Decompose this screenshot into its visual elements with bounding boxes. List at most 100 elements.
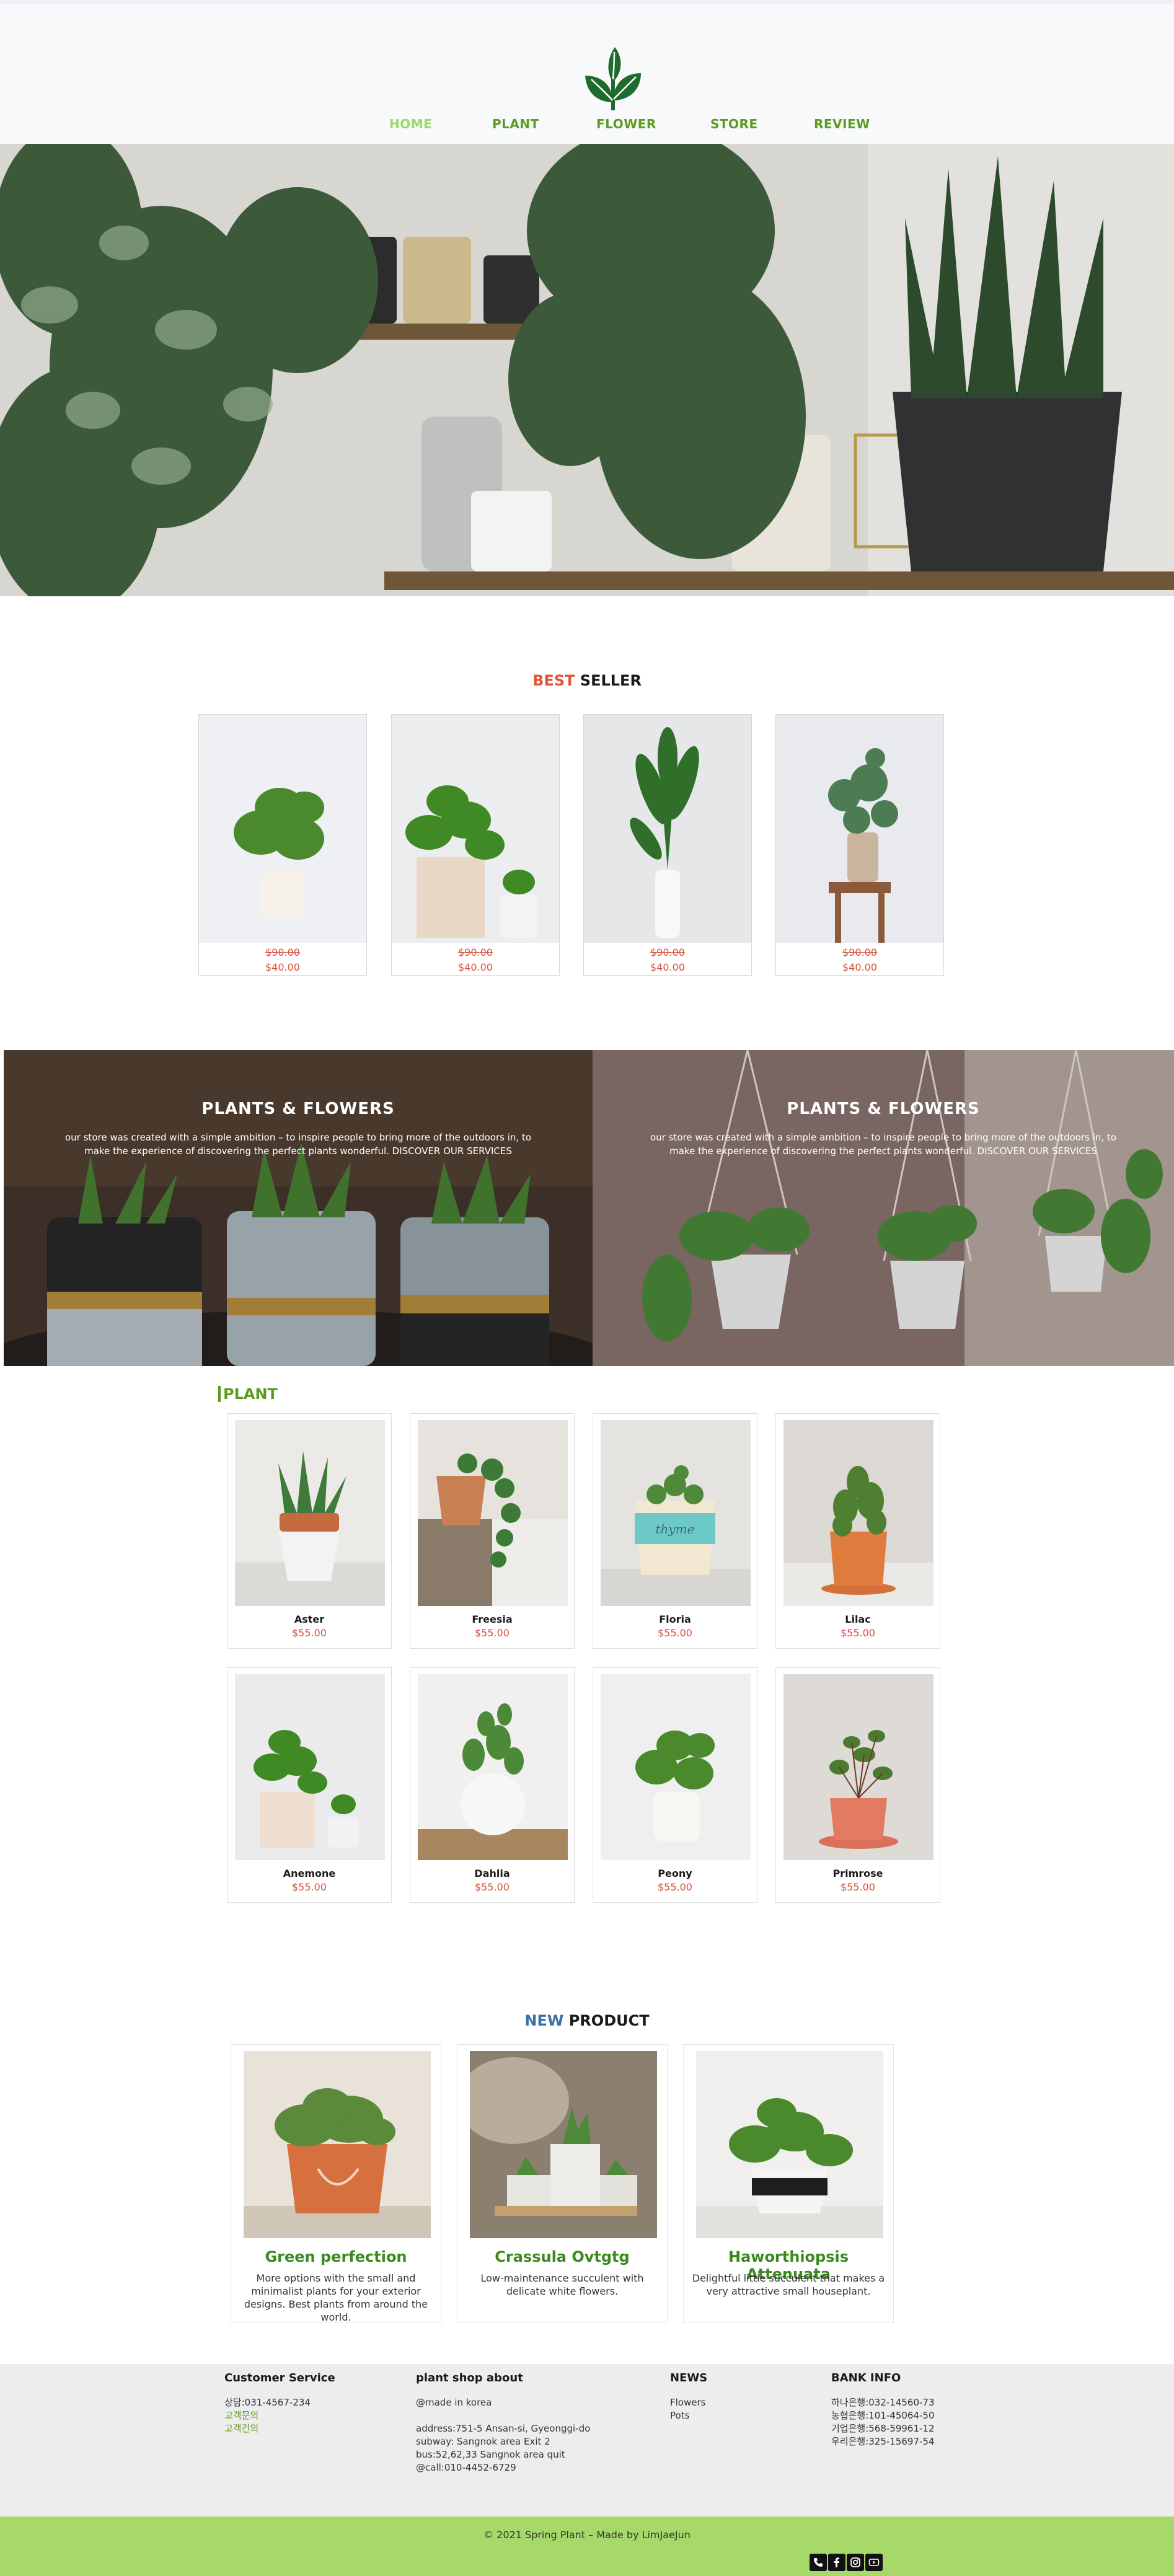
plant-image[interactable] — [418, 1420, 568, 1606]
leaf-logo-icon[interactable] — [579, 43, 647, 113]
plant-image[interactable] — [235, 1420, 385, 1606]
product-image[interactable] — [776, 715, 943, 943]
plant-card[interactable]: Anemone $55.00 — [227, 1667, 392, 1903]
footer-call: @call:010-4452-6729 — [416, 2462, 516, 2473]
plant-image[interactable] — [783, 1674, 933, 1860]
nav-item-home[interactable]: HOME — [389, 117, 432, 131]
main-nav: HOME PLANT FLOWER STORE REVIEW — [0, 117, 1174, 135]
footer-subway: subway: Sangnok area Exit 2 — [416, 2436, 550, 2447]
footer-bank-item: 기업은행:568-59961-12 — [831, 2423, 935, 2434]
new-product-card[interactable]: Crassula Ovtgtg Low-maintenance succulen… — [457, 2044, 668, 2323]
nav-item-store[interactable]: STORE — [710, 117, 758, 131]
nav-item-review[interactable]: REVIEW — [814, 117, 870, 131]
old-price: $90.00 — [458, 946, 493, 958]
old-price: $90.00 — [842, 946, 877, 958]
plant-section-heading: PLANT — [218, 1386, 278, 1402]
new-product-description: Low-maintenance succulent with delicate … — [480, 2272, 644, 2297]
new-product-card[interactable]: Green perfection More options with the s… — [231, 2044, 441, 2323]
footer-news-item[interactable]: Pots — [670, 2409, 689, 2422]
new-product-image[interactable] — [696, 2051, 883, 2238]
footer-phone: 상담:031-4567-234 — [224, 2397, 311, 2408]
banner-hanging-plants[interactable]: PLANTS & FLOWERS our store was created w… — [593, 1050, 1174, 1366]
plant-image[interactable] — [418, 1674, 568, 1860]
footer-address: address:751-5 Ansan-si, Gyeonggi-do — [416, 2423, 591, 2434]
new-product-title-accent: NEW — [524, 2012, 564, 2029]
footer-heading: Customer Service — [224, 2371, 335, 2384]
footer-news-item[interactable]: Flowers — [670, 2396, 705, 2409]
best-seller-card[interactable]: $90.00 $40.00 — [775, 714, 944, 976]
new-product-title: NEW PRODUCT — [0, 2012, 1174, 2029]
product-image[interactable] — [392, 715, 559, 943]
best-seller-title-rest: SELLER — [580, 672, 642, 689]
nav-item-flower[interactable]: FLOWER — [596, 117, 656, 131]
footer-bank-item: 하나은행:032-14560-73 — [831, 2397, 935, 2408]
footer-bank-item: 우리은행:325-15697-54 — [831, 2436, 935, 2447]
plant-name: Floria — [659, 1613, 691, 1625]
new-product-name[interactable]: Green perfection — [231, 2248, 441, 2265]
sale-price: $40.00 — [842, 961, 877, 973]
best-seller-title-accent: BEST — [532, 672, 575, 689]
new-product-image[interactable] — [470, 2051, 657, 2238]
footer-heading: plant shop about — [416, 2371, 523, 2384]
footer-link-suggestion[interactable]: 고객건의 — [224, 2422, 258, 2435]
footer-bank-item: 농협은행:101-45064-50 — [831, 2410, 935, 2421]
new-product-title-rest: PRODUCT — [568, 2012, 650, 2029]
plant-card[interactable]: Lilac $55.00 — [775, 1413, 940, 1649]
instagram-icon[interactable] — [847, 2554, 864, 2571]
old-price: $90.00 — [650, 946, 685, 958]
new-product-image[interactable] — [244, 2051, 431, 2238]
plant-card[interactable]: Aster $55.00 — [227, 1413, 392, 1649]
plant-card[interactable]: thyme Floria $55.00 — [593, 1413, 757, 1649]
plant-card[interactable]: Dahlia $55.00 — [410, 1667, 575, 1903]
plant-name: Peony — [658, 1868, 692, 1879]
best-seller-card[interactable]: $90.00 $40.00 — [198, 714, 367, 976]
footer-heading: BANK INFO — [831, 2371, 901, 2384]
plant-name: Anemone — [283, 1868, 336, 1879]
site-header: HOME PLANT FLOWER STORE REVIEW — [0, 0, 1174, 144]
new-product-description: More options with the small and minimali… — [244, 2272, 428, 2323]
svg-text:thyme: thyme — [655, 1522, 694, 1537]
plant-name: Freesia — [472, 1613, 513, 1625]
plant-name: Dahlia — [474, 1868, 510, 1879]
phone-icon[interactable] — [810, 2554, 827, 2571]
youtube-icon[interactable] — [865, 2554, 883, 2571]
best-seller-card[interactable]: $90.00 $40.00 — [583, 714, 752, 976]
footer-bottom-bar: © 2021 Spring Plant – Made by LimJaeJun — [0, 2516, 1174, 2576]
sale-price: $40.00 — [458, 961, 493, 973]
product-image[interactable] — [199, 715, 366, 943]
page: HOME PLANT FLOWER STORE REVIEW BEST SELL… — [0, 0, 1174, 2576]
plant-price: $55.00 — [841, 1881, 875, 1893]
product-image[interactable] — [584, 715, 751, 943]
footer-made: @made in korea — [416, 2397, 492, 2408]
plant-image[interactable] — [235, 1674, 385, 1860]
plant-price: $55.00 — [475, 1881, 510, 1893]
banner-text: our store was created with a simple ambi… — [650, 1132, 1116, 1157]
sale-price: $40.00 — [650, 961, 685, 973]
plant-price: $55.00 — [292, 1627, 327, 1639]
footer-heading: NEWS — [670, 2371, 708, 2384]
nav-item-plant[interactable]: PLANT — [492, 117, 539, 131]
plant-image[interactable]: thyme — [601, 1420, 751, 1606]
plant-card[interactable]: Primrose $55.00 — [775, 1667, 940, 1903]
best-seller-card[interactable]: $90.00 $40.00 — [391, 714, 560, 976]
footer-link-inquiry[interactable]: 고객문의 — [224, 2409, 258, 2422]
facebook-icon[interactable] — [828, 2554, 845, 2571]
new-product-card[interactable]: Haworthiopsis Attenuata Delightful littl… — [683, 2044, 894, 2323]
sale-price: $40.00 — [265, 961, 300, 973]
banner-title: PLANTS & FLOWERS — [201, 1100, 395, 1118]
plant-image[interactable] — [783, 1420, 933, 1606]
plant-price: $55.00 — [841, 1627, 875, 1639]
plant-price: $55.00 — [292, 1881, 327, 1893]
new-product-name[interactable]: Crassula Ovtgtg — [457, 2248, 667, 2265]
banner-text: our store was created with a simple ambi… — [65, 1132, 531, 1157]
plant-card[interactable]: Freesia $55.00 — [410, 1413, 575, 1649]
banner-succulents[interactable]: PLANTS & FLOWERS our store was created w… — [4, 1050, 593, 1366]
banner-title: PLANTS & FLOWERS — [787, 1100, 980, 1118]
plant-name: Primrose — [832, 1868, 883, 1879]
copyright-text: © 2021 Spring Plant – Made by LimJaeJun — [483, 2529, 691, 2541]
plant-card[interactable]: Peony $55.00 — [593, 1667, 757, 1903]
plant-image[interactable] — [601, 1674, 751, 1860]
site-footer: Customer Service 상담:031-4567-234 고객문의 고객… — [0, 2364, 1174, 2516]
old-price: $90.00 — [265, 946, 300, 958]
plant-price: $55.00 — [658, 1627, 692, 1639]
